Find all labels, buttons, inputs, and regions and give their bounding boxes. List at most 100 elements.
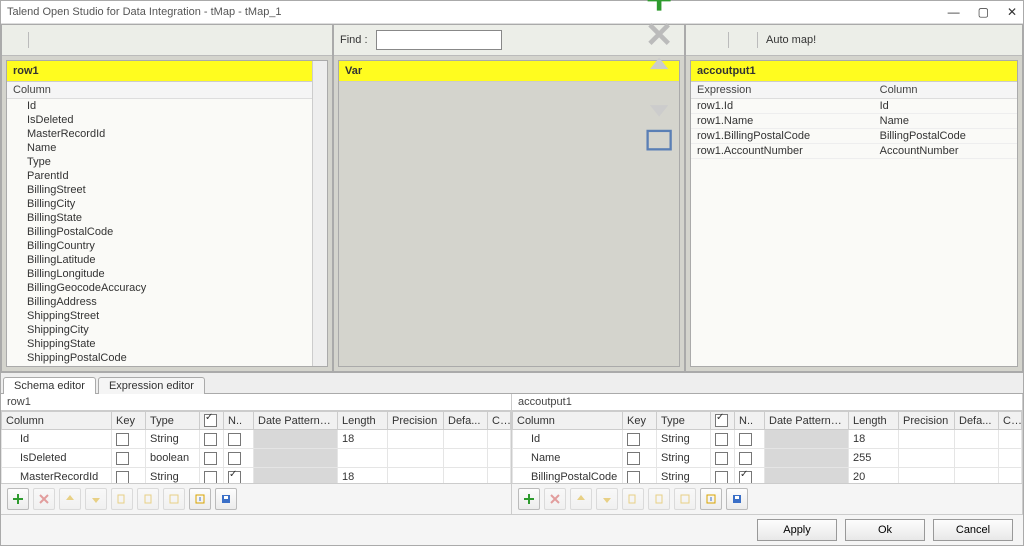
sch-save-icon[interactable]: [215, 488, 237, 510]
window-title: Talend Open Studio for Data Integration …: [7, 6, 948, 18]
input-column[interactable]: IsDeleted: [7, 113, 327, 127]
add-icon[interactable]: [305, 63, 309, 79]
out-add-icon[interactable]: [692, 32, 696, 48]
minimize-icon[interactable]: —: [948, 5, 960, 19]
input-column[interactable]: BillingStreet: [7, 183, 327, 197]
input-column[interactable]: BillingGeocodeAccuracy: [7, 281, 327, 295]
out-edit-icon[interactable]: [989, 63, 993, 79]
input-column[interactable]: ParentId: [7, 169, 327, 183]
schema-right-title: accoutput1: [512, 394, 1022, 410]
automap-button[interactable]: Auto map!: [766, 34, 816, 46]
maximize-icon[interactable]: ▢: [978, 5, 989, 19]
out-panel-icon[interactable]: [1007, 63, 1011, 79]
schema-right: accoutput1 ColumnKeyTypeN..Date Pattern …: [512, 394, 1023, 514]
input-column[interactable]: BillingAddress: [7, 295, 327, 309]
sch2-paste-icon[interactable]: [648, 488, 670, 510]
out-restore-icon[interactable]: [745, 32, 749, 48]
input-column[interactable]: ShippingPostalCode: [7, 351, 327, 365]
var-body[interactable]: Var: [338, 60, 680, 367]
input-column[interactable]: BillingCountry: [7, 239, 327, 253]
sch2-copy-icon[interactable]: [622, 488, 644, 510]
input-column[interactable]: BillingPostalCode: [7, 225, 327, 239]
out-addcol-icon[interactable]: [1001, 63, 1005, 79]
input-column[interactable]: BillingLatitude: [7, 253, 327, 267]
input-column[interactable]: Name: [7, 141, 327, 155]
var-header[interactable]: Var: [339, 61, 679, 82]
input-column[interactable]: Id: [7, 99, 327, 113]
arrow-down-icon[interactable]: [16, 32, 20, 48]
schema-row[interactable]: NameString255: [513, 449, 1022, 468]
out-up-icon[interactable]: [708, 32, 712, 48]
sch-paste-icon[interactable]: [137, 488, 159, 510]
schema-left-title: row1: [1, 394, 511, 410]
sch-down-icon[interactable]: [85, 488, 107, 510]
highlight-icon[interactable]: [522, 32, 526, 48]
input-column-header: Column: [7, 82, 327, 99]
schema-row[interactable]: IdString18: [513, 430, 1022, 449]
sch-copy-icon[interactable]: [111, 488, 133, 510]
sch-up-icon[interactable]: [59, 488, 81, 510]
schema-left: row1 ColumnKeyTypeN..Date Pattern (...Le…: [1, 394, 512, 514]
scrollbar[interactable]: [312, 61, 327, 366]
arrow-up-icon[interactable]: [8, 32, 12, 48]
sch-remove-icon[interactable]: [33, 488, 55, 510]
schema-row[interactable]: IdString18: [2, 430, 511, 449]
input-column[interactable]: ShippingCity: [7, 323, 327, 337]
var-toolbar: Find :: [334, 25, 684, 56]
input-table-header[interactable]: row1: [7, 61, 327, 82]
find-prev-icon[interactable]: [506, 32, 510, 48]
output-table: accoutput1 ExpressionColumn row1.IdIdrow…: [690, 60, 1018, 367]
input-column[interactable]: ShippingStreet: [7, 309, 327, 323]
input-column[interactable]: BillingLongitude: [7, 267, 327, 281]
output-row[interactable]: row1.BillingPostalCodeBillingPostalCode: [691, 129, 1017, 144]
restore-panel-icon[interactable]: [45, 32, 49, 48]
input-column[interactable]: BillingCity: [7, 197, 327, 211]
find-next-icon[interactable]: [514, 32, 518, 48]
minimize-panel-icon[interactable]: [37, 32, 41, 48]
editor-tabs: Schema editor Expression editor: [1, 373, 1023, 394]
var-minmax-icon[interactable]: [641, 145, 677, 161]
titlebar: Talend Open Studio for Data Integration …: [1, 1, 1023, 24]
apply-button[interactable]: Apply: [757, 519, 837, 541]
find-label: Find :: [340, 34, 368, 46]
input-column[interactable]: BillingState: [7, 211, 327, 225]
cancel-button[interactable]: Cancel: [933, 519, 1013, 541]
sch2-add-icon[interactable]: [518, 488, 540, 510]
output-row[interactable]: row1.AccountNumberAccountNumber: [691, 144, 1017, 159]
separator: [757, 32, 758, 48]
out-col-header: Column: [874, 82, 1017, 99]
schema-left-grid[interactable]: ColumnKeyTypeN..Date Pattern (...LengthP…: [1, 410, 511, 484]
tab-schema-editor[interactable]: Schema editor: [3, 377, 96, 394]
sch2-down-icon[interactable]: [596, 488, 618, 510]
separator: [728, 32, 729, 48]
sch2-remove-icon[interactable]: [544, 488, 566, 510]
schema-right-grid[interactable]: ColumnKeyTypeN..Date Pattern (...LengthP…: [512, 410, 1022, 484]
sch2-export-icon[interactable]: [700, 488, 722, 510]
out-expr-header: Expression: [691, 82, 874, 99]
out-filter-icon[interactable]: [995, 63, 999, 79]
input-column[interactable]: ShippingState: [7, 337, 327, 351]
sch-add-icon[interactable]: [7, 488, 29, 510]
tab-expression-editor[interactable]: Expression editor: [98, 377, 205, 394]
close-icon[interactable]: ✕: [1007, 5, 1017, 19]
sch-export-icon[interactable]: [189, 488, 211, 510]
schema-right-toolbar: [512, 484, 1022, 514]
out-minmax-icon[interactable]: [737, 32, 741, 48]
output-row[interactable]: row1.IdId: [691, 99, 1017, 114]
out-down-icon[interactable]: [716, 32, 720, 48]
schema-editor: row1 ColumnKeyTypeN..Date Pattern (...Le…: [1, 394, 1023, 514]
output-row[interactable]: row1.NameName: [691, 114, 1017, 129]
sch2-save-icon[interactable]: [726, 488, 748, 510]
find-input[interactable]: [376, 30, 502, 50]
sch2-up-icon[interactable]: [570, 488, 592, 510]
sch-import-icon[interactable]: [163, 488, 185, 510]
schema-row[interactable]: IsDeletedboolean: [2, 449, 511, 468]
schema-row[interactable]: BillingPostalCodeString20: [513, 468, 1022, 485]
schema-row[interactable]: MasterRecordIdString18: [2, 468, 511, 485]
output-table-header[interactable]: accoutput1: [691, 61, 1017, 82]
out-remove-icon[interactable]: [700, 32, 704, 48]
input-column[interactable]: Type: [7, 155, 327, 169]
ok-button[interactable]: Ok: [845, 519, 925, 541]
sch2-import-icon[interactable]: [674, 488, 696, 510]
input-column[interactable]: MasterRecordId: [7, 127, 327, 141]
